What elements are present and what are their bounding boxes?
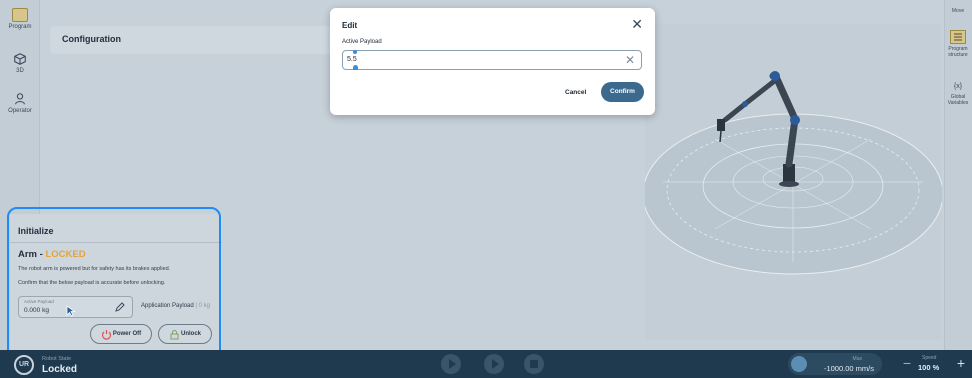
- rail-item-program-structure[interactable]: Program structure: [944, 30, 972, 58]
- robot-state-value: Locked: [42, 364, 78, 375]
- list-icon: [950, 30, 966, 44]
- lock-icon: [170, 330, 179, 340]
- rail-label-program: Program: [8, 24, 32, 30]
- variables-icon: {x}: [953, 83, 963, 90]
- rail-item-program[interactable]: Program: [0, 8, 40, 30]
- initialize-panel: Initialize Arm - LOCKED The robot arm is…: [10, 214, 222, 350]
- payload-field-label: Active Payload: [24, 299, 54, 304]
- clear-icon[interactable]: ✕: [625, 53, 635, 67]
- speed-decrease-button[interactable]: −: [896, 354, 918, 374]
- active-payload-label: Active Payload: [342, 39, 382, 45]
- initialize-confirm-text: Confirm that the below payload is accura…: [18, 280, 166, 286]
- step-button[interactable]: [484, 354, 504, 374]
- cube-icon: [14, 53, 26, 65]
- play-button[interactable]: [441, 354, 461, 374]
- rail-item-global-variables[interactable]: {x} Global Variables: [944, 83, 972, 106]
- ur-logo-icon: UR: [14, 355, 34, 375]
- stop-icon: [530, 360, 538, 368]
- divider: [10, 242, 222, 243]
- bottom-status-bar: UR Robot State Locked Max -1000.00 mm/s …: [0, 350, 972, 378]
- rail-label-3d: 3D: [16, 68, 24, 74]
- cancel-button[interactable]: Cancel: [565, 89, 586, 96]
- dialog-title: Edit: [342, 21, 358, 30]
- arm-prefix: Arm -: [18, 249, 43, 260]
- robot-state-label: Robot State: [42, 356, 72, 362]
- power-off-button[interactable]: Power Off: [90, 324, 152, 344]
- confirm-button[interactable]: Confirm: [601, 82, 644, 102]
- speed-settings-icon: [791, 356, 807, 372]
- program-icon: [12, 8, 28, 22]
- max-label: Max: [852, 356, 862, 362]
- right-rail: Move Program structure {x} Global Variab…: [944, 0, 972, 350]
- unlock-button[interactable]: Unlock: [158, 324, 212, 344]
- rail-label-global-variables: Global Variables: [947, 94, 969, 106]
- speed-label: Speed: [922, 355, 937, 361]
- configuration-title: Configuration: [62, 34, 121, 44]
- close-icon[interactable]: ✕: [631, 17, 643, 31]
- stop-button[interactable]: [524, 354, 544, 374]
- rail-label-program-structure: Program structure: [948, 46, 968, 58]
- initialize-title: Initialize: [18, 226, 54, 236]
- unlock-label: Unlock: [180, 331, 201, 337]
- power-off-label: Power Off: [112, 331, 142, 337]
- application-payload: Application Payload | 0 kg: [141, 303, 210, 309]
- payload-field-value: 0.000 kg: [24, 307, 49, 314]
- max-speed-control[interactable]: Max -1000.00 mm/s: [788, 353, 882, 375]
- rail-label-operator: Operator: [8, 108, 32, 114]
- step-icon: [492, 359, 499, 369]
- text-caret-handle[interactable]: [353, 50, 357, 54]
- mouse-cursor-icon: [66, 305, 76, 317]
- pencil-icon[interactable]: [114, 301, 126, 313]
- power-icon: [101, 330, 112, 340]
- person-icon: [15, 93, 25, 105]
- arm-status: Arm - LOCKED: [18, 249, 86, 260]
- app-payload-label: Application Payload: [141, 303, 194, 309]
- rail-label-move: Move: [951, 8, 965, 14]
- robot-3d-viewport[interactable]: [645, 24, 942, 340]
- arm-state: LOCKED: [45, 249, 86, 260]
- robot-arm-render: [645, 71, 942, 275]
- speed-increase-button[interactable]: +: [952, 353, 970, 373]
- speed-value: 100 %: [918, 363, 940, 372]
- active-payload-value: 5.5: [347, 56, 357, 63]
- edit-dialog: Edit ✕ Active Payload 5.5 ✕ Cancel Confi…: [330, 8, 655, 115]
- text-selection-handle[interactable]: [353, 65, 358, 70]
- active-payload-input[interactable]: 5.5 ✕: [342, 50, 642, 70]
- max-value: -1000.00 mm/s: [823, 364, 874, 373]
- initialize-info-text: The robot arm is powered but for safety …: [18, 266, 171, 272]
- app-payload-value: 0 kg: [198, 303, 210, 309]
- rail-item-3d[interactable]: 3D: [0, 52, 40, 74]
- rail-item-move[interactable]: Move: [944, 8, 972, 14]
- rail-item-operator[interactable]: Operator: [0, 92, 40, 114]
- play-icon: [449, 359, 456, 369]
